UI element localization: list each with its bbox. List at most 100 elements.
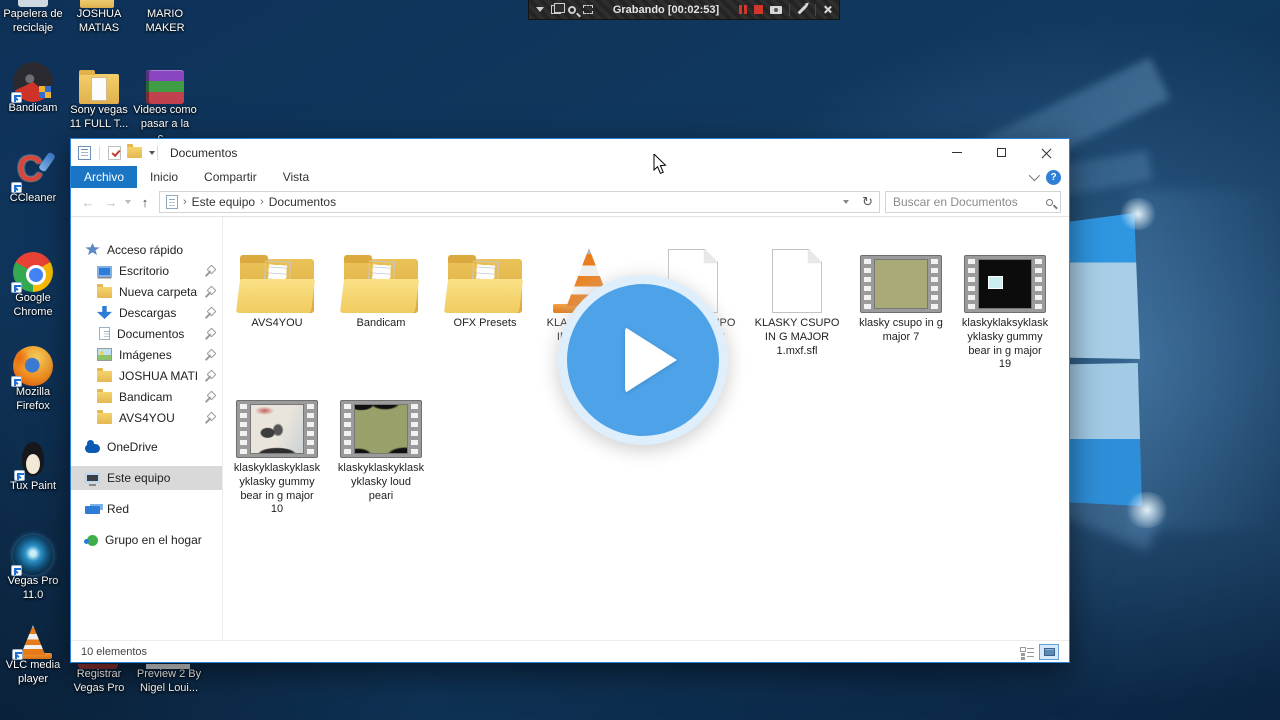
file-item-loud-peari[interactable]: klaskyklaskyklask yklasky loud peari [329, 374, 433, 519]
minimize-button[interactable] [934, 139, 979, 166]
sidebar-item-escritorio[interactable]: Escritorio [71, 260, 222, 281]
pin-icon [205, 328, 216, 339]
close-bar-button[interactable] [823, 5, 832, 14]
desktop-icon-joshua-matias[interactable]: JOSHUA MATIAS [66, 8, 132, 36]
folder-icon [97, 388, 112, 403]
explorer-icon [78, 145, 91, 160]
desktop-icon-ccleaner[interactable]: CCleaner [0, 148, 66, 206]
address-bar[interactable]: › Este equipo › Documentos ↻ [159, 191, 880, 213]
tab-archivo[interactable]: Archivo [71, 166, 138, 188]
tux-paint-icon [14, 442, 50, 481]
desktop-icon-vegas-pro[interactable]: Vegas Pro 11.0 [0, 535, 66, 603]
desktop-icon-label: Google Chrome [13, 292, 53, 318]
sidebar-item-onedrive[interactable]: OneDrive [71, 435, 222, 459]
sidebar-item-grupo-hogar[interactable]: Grupo en el hogar [71, 528, 222, 552]
file-item-avs4you[interactable]: AVS4YOU [225, 229, 329, 374]
file-item-klasky-7[interactable]: klasky csupo in g major 7 [849, 229, 953, 374]
details-view-button[interactable] [1019, 645, 1035, 659]
pin-icon [205, 391, 216, 402]
desktop-icon-papelera[interactable]: Papelera de reciclaje [2, 8, 64, 36]
sidebar-item-descargas[interactable]: Descargas [71, 302, 222, 323]
desktop-icon-tux-paint[interactable]: Tux Paint [0, 442, 66, 494]
search-icon[interactable] [1046, 198, 1053, 206]
bandicam-recording-bar: Grabando [00:02:53] [528, 0, 840, 20]
breadcrumb-este-equipo[interactable]: Este equipo [192, 195, 255, 209]
navigation-bar: ← → ↑ › Este equipo › Documentos ↻ Busca… [71, 188, 1069, 217]
search-box[interactable]: Buscar en Documentos [885, 191, 1061, 213]
homegroup-icon [84, 535, 98, 546]
file-item-gummy-19[interactable]: klaskyklaksyklask yklasky gummy bear in … [953, 229, 1057, 374]
properties-check-icon[interactable] [108, 145, 121, 160]
large-icons-view-button[interactable] [1039, 643, 1059, 660]
up-button[interactable]: ↑ [136, 195, 154, 210]
shortcut-arrow-icon [11, 182, 22, 193]
screenshot-button[interactable] [770, 5, 782, 14]
desktop-icon-bandicam[interactable]: Bandicam [2, 62, 64, 116]
sidebar-item-red[interactable]: Red [71, 497, 222, 521]
firefox-icon [11, 346, 53, 387]
desktop-icon-mario-maker[interactable]: MARIO MAKER [132, 8, 198, 36]
new-folder-icon[interactable] [127, 144, 142, 158]
title-bar[interactable]: Documentos [71, 139, 1069, 166]
tab-inicio[interactable]: Inicio [137, 166, 191, 188]
select-region-icon[interactable] [583, 5, 593, 14]
refresh-button[interactable]: ↻ [862, 194, 873, 210]
tab-compartir[interactable]: Compartir [191, 166, 270, 188]
video-play-button[interactable] [558, 275, 728, 445]
search-placeholder: Buscar en Documentos [893, 195, 1018, 209]
sidebar-item-joshua-matias[interactable]: JOSHUA MATIAS [71, 365, 222, 386]
desktop-icon-vlc[interactable]: VLC media player [0, 625, 66, 687]
back-button[interactable]: ← [79, 195, 97, 210]
sidebar-item-avs4you[interactable]: AVS4YOU [71, 407, 222, 428]
desktop-icon-label: Tux Paint [9, 480, 57, 492]
folder-icon[interactable] [80, 0, 114, 8]
address-dropdown-caret-icon[interactable] [843, 200, 850, 204]
sidebar-item-acceso-rapido[interactable]: Acceso rápido [71, 239, 222, 260]
sidebar-item-este-equipo[interactable]: Este equipo [71, 466, 222, 490]
item-count: 10 elementos [81, 645, 148, 658]
shortcut-arrow-icon [11, 92, 22, 103]
file-item-ofx-presets[interactable]: OFX Presets [433, 229, 537, 374]
sidebar-item-nueva-carpeta[interactable]: Nueva carpeta [71, 281, 222, 302]
folder-icon [448, 255, 522, 313]
maximize-button[interactable] [979, 139, 1024, 166]
desktop-icon-firefox[interactable]: Mozilla Firefox [0, 346, 66, 414]
desktop-icon-preview2[interactable]: Preview 2 By Nigel Loui... [130, 668, 208, 696]
file-item-bandicam[interactable]: Bandicam [329, 229, 433, 374]
desktop-icon-label: Sony vegas 11 FULL T... [69, 104, 129, 130]
folder-icon [344, 255, 418, 313]
bandicam-icon [11, 62, 53, 103]
sidebar-item-documentos[interactable]: Documentos [71, 323, 222, 344]
draw-button[interactable] [797, 4, 808, 15]
location-icon [166, 195, 178, 209]
zoom-icon[interactable] [568, 5, 576, 14]
file-item-gummy-10[interactable]: klaskyklaskyklask yklasky gummy bear in … [225, 374, 329, 519]
pause-button[interactable] [739, 5, 747, 14]
desktop-icon-videos-winrar[interactable]: Videos como pasar a la c... [132, 62, 198, 145]
stop-button[interactable] [754, 5, 763, 14]
dropdown-caret-icon[interactable] [536, 7, 544, 12]
computer-icon [85, 473, 100, 486]
recycle-bin-icon[interactable] [18, 0, 48, 7]
breadcrumb-documentos[interactable]: Documentos [269, 195, 336, 209]
forward-button[interactable]: → [102, 195, 120, 210]
sidebar-item-bandicam[interactable]: Bandicam [71, 386, 222, 407]
file-item-klasky-sfl[interactable]: KLASKY CSUPO IN G MAJOR 1.mxf.sfl [745, 229, 849, 374]
select-window-icon[interactable] [551, 3, 565, 14]
help-icon[interactable]: ? [1046, 169, 1061, 185]
desktop-icon-sony-vegas[interactable]: Sony vegas 11 FULL T... [66, 62, 132, 132]
desktop-icon-chrome[interactable]: Google Chrome [0, 252, 66, 320]
recent-locations-caret-icon[interactable] [125, 200, 131, 204]
tab-vista[interactable]: Vista [270, 166, 322, 188]
wallpaper-flare [1124, 492, 1170, 528]
collapse-ribbon-icon[interactable] [1028, 169, 1041, 182]
desktop-icon-label: CCleaner [9, 192, 57, 204]
close-button[interactable] [1024, 139, 1069, 166]
desktop-icon-label: Preview 2 By Nigel Loui... [136, 668, 202, 694]
sidebar-item-imagenes[interactable]: Imágenes [71, 344, 222, 365]
film-strip-icon [964, 255, 1046, 313]
desktop-icon-registrar-vegas[interactable]: Registrar Vegas Pro [62, 668, 136, 696]
customize-toolbar-caret-icon[interactable] [149, 150, 155, 155]
chrome-icon [11, 252, 53, 293]
folder-icon [97, 367, 112, 382]
